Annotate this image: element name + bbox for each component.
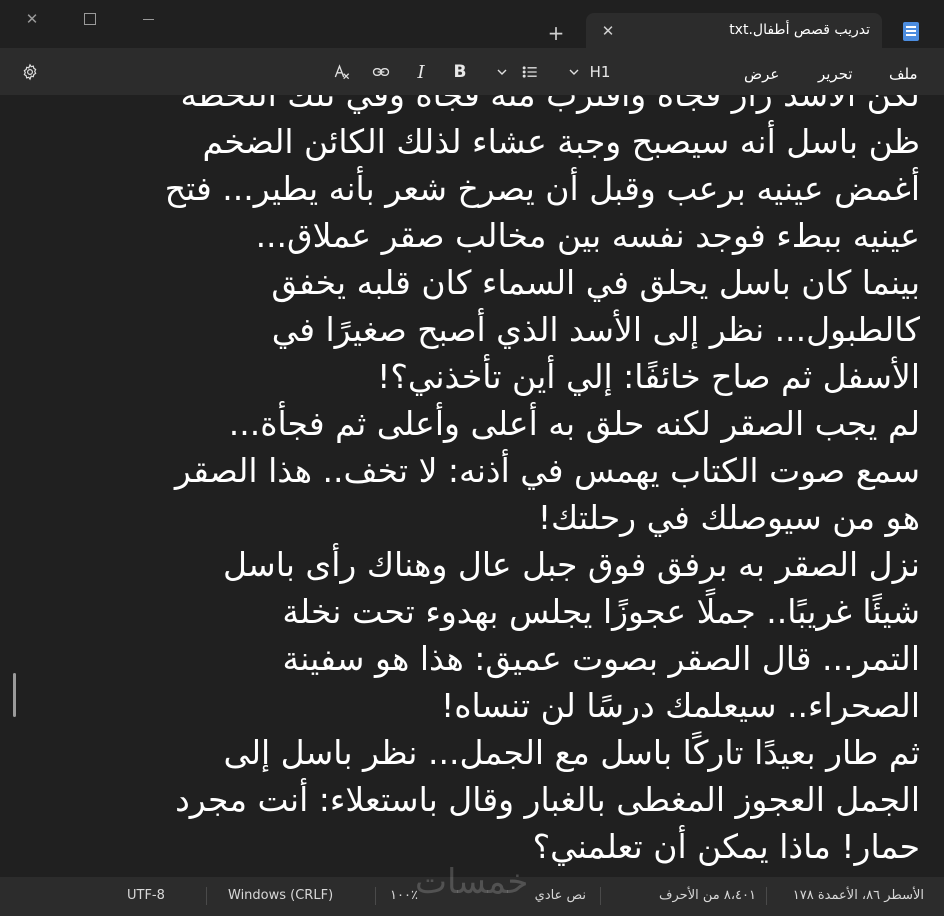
text-line: ظن باسل أنه سيصبح وجبة عشاء لذلك الكائن …	[202, 122, 920, 161]
title-bar: ✕ + ✕ تدريب قصص أطفال.txt	[0, 0, 944, 48]
text-line: شيئًا غريبًا.. جملًا عجوزًا يجلس بهدوء ت…	[282, 592, 920, 631]
text-line: نزل الصقر به برفق فوق جبل عال وهناك رأى …	[223, 545, 920, 584]
minimize-icon	[142, 18, 154, 20]
status-divider	[600, 887, 601, 905]
chevron-down-icon	[569, 69, 579, 75]
heading-label: H1	[589, 63, 611, 81]
clear-formatting-button[interactable]	[330, 60, 354, 84]
link-button[interactable]	[369, 60, 393, 84]
text-line: الأسفل ثم صاح خائفًا: إلي أين تأخذني؟!	[377, 357, 920, 396]
encoding-indicator[interactable]: UTF-8	[127, 888, 165, 903]
close-window-button[interactable]: ✕	[14, 4, 50, 34]
text-line: الصحراء.. سيعلمك درسًا لن تنساه!	[441, 686, 920, 725]
chevron-down-icon	[497, 69, 507, 75]
maximize-button[interactable]	[72, 4, 108, 34]
list-button[interactable]	[518, 60, 542, 84]
status-divider	[206, 887, 207, 905]
cursor-position: الأسطر ٨٦، الأعمدة ١٧٨	[792, 888, 924, 903]
close-tab-button[interactable]: ✕	[596, 19, 620, 43]
clear-formatting-icon	[334, 64, 350, 80]
character-count: ٨،٤٠١ من الأحرف	[659, 888, 756, 903]
text-line: لم يجب الصقر لكنه حلق به أعلى وأعلى ثم ف…	[228, 404, 920, 443]
list-icon	[522, 66, 537, 78]
italic-label: I	[417, 61, 425, 83]
tab-active-document[interactable]: ✕ تدريب قصص أطفال.txt	[586, 13, 882, 48]
menu-file[interactable]: ملف	[889, 65, 918, 83]
menu-edit[interactable]: تحرير	[818, 65, 853, 83]
document-text[interactable]: لكن الأسد زار فجأة واقترب منه فجأة وفي ت…	[20, 95, 920, 870]
heading-dropdown-button[interactable]	[564, 60, 584, 84]
bold-button[interactable]: B	[448, 60, 472, 84]
scrollbar-thumb[interactable]	[13, 673, 16, 717]
plus-icon: +	[547, 21, 565, 45]
menu-view[interactable]: عرض	[744, 65, 779, 83]
italic-button[interactable]: I	[409, 60, 433, 84]
text-line: بينما كان باسل يحلق في السماء كان قلبه ي…	[271, 263, 920, 302]
close-icon: ✕	[601, 22, 615, 40]
new-tab-button[interactable]: +	[540, 18, 572, 48]
text-line: لكن الأسد زار فجأة واقترب منه فجأة وفي ت…	[20, 95, 920, 118]
notepad-icon	[903, 22, 919, 41]
text-line: هو من سيوصلك في رحلتك!	[537, 498, 920, 537]
text-line: سمع صوت الكتاب يهمس في أذنه: لا تخف.. هذ…	[174, 451, 920, 490]
status-divider	[766, 887, 767, 905]
link-icon	[372, 68, 390, 76]
text-editor[interactable]: لكن الأسد زار فجأة واقترب منه فجأة وفي ت…	[0, 95, 944, 877]
watermark-logo: خمسات	[415, 862, 529, 902]
close-icon: ✕	[25, 10, 39, 28]
minimize-button[interactable]	[130, 4, 166, 34]
maximize-icon	[84, 13, 96, 25]
list-dropdown-button[interactable]	[492, 60, 512, 84]
text-line: كالطبول... نظر إلى الأسد الذي أصبح صغيرً…	[271, 310, 920, 349]
menu-toolbar: I B H1 عرض تحرير ملف	[0, 48, 944, 95]
text-line: أغمض عينيه برعب وقبل أن يصرخ شعر بأنه يط…	[164, 169, 920, 208]
settings-button[interactable]	[18, 60, 42, 84]
tab-title: تدريب قصص أطفال.txt	[729, 22, 870, 38]
bold-label: B	[453, 62, 467, 82]
text-line: ثم طار بعيدًا تاركًا باسل مع الجمل... نظ…	[223, 733, 920, 772]
text-line: التمر... قال الصقر بصوت عميق: هذا هو سفي…	[282, 639, 921, 678]
zoom-level[interactable]: ١٠٠٪	[390, 888, 418, 903]
gear-icon	[23, 63, 37, 81]
line-ending-indicator[interactable]: Windows (CRLF)	[228, 888, 333, 903]
status-divider	[375, 887, 376, 905]
format-indicator[interactable]: نص عادي	[535, 888, 586, 903]
text-line: الجمل العجوز المغطى بالغبار وقال باستعلا…	[175, 780, 920, 819]
heading-button[interactable]: H1	[587, 60, 613, 84]
text-line: عينيه ببطء فوجد نفسه بين مخالب صقر عملاق…	[255, 216, 920, 255]
